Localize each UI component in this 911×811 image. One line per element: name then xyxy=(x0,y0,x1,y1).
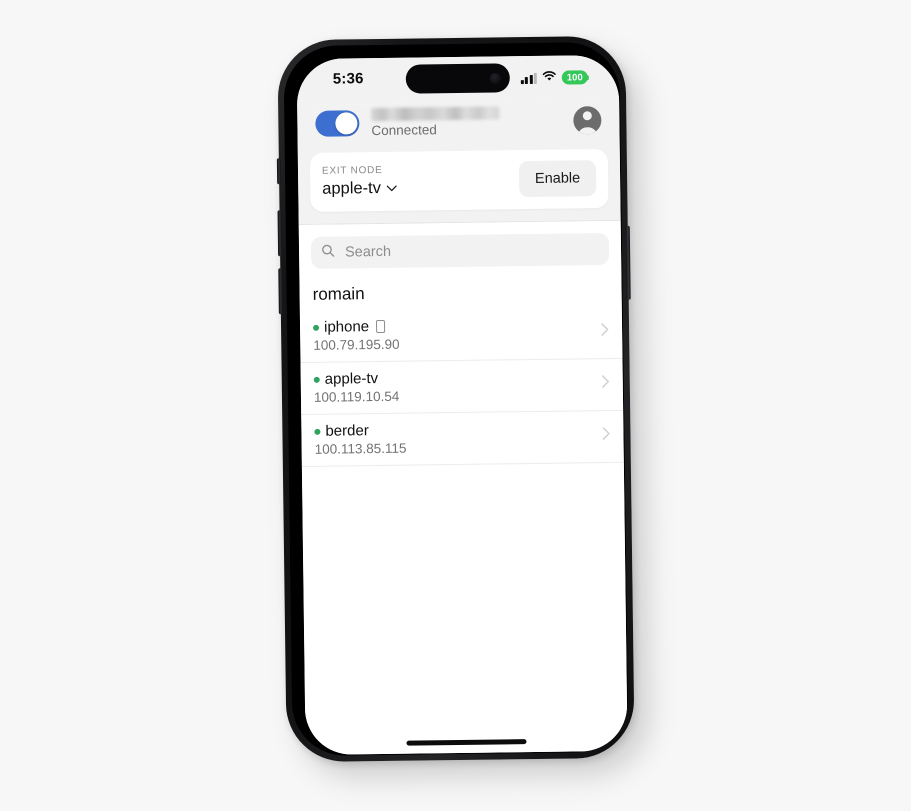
action-button[interactable] xyxy=(276,158,282,185)
cellular-signal-icon xyxy=(520,72,537,84)
exit-node-value-row[interactable]: apple-tv xyxy=(322,177,519,199)
phone-screen: 5:36 100 Connected EXIT NODE apple-tv En… xyxy=(296,54,628,755)
status-online-dot-icon xyxy=(313,376,320,383)
chevron-right-icon xyxy=(602,427,610,445)
phone-device-frame: 5:36 100 Connected EXIT NODE apple-tv En… xyxy=(276,35,635,763)
status-bar-indicators: 100 xyxy=(520,68,589,87)
table-row[interactable]: berder 100.113.85.115 xyxy=(301,410,624,468)
device-ip-address: 100.79.195.90 xyxy=(313,336,400,353)
device-ip-address: 100.113.85.115 xyxy=(314,440,407,457)
account-name-redacted xyxy=(371,106,500,122)
volume-up-button[interactable] xyxy=(277,210,283,257)
search-icon xyxy=(321,243,335,262)
exit-node-label: EXIT NODE xyxy=(321,164,383,177)
device-name: apple-tv xyxy=(324,370,379,388)
app-header: Connected xyxy=(297,100,620,154)
status-online-dot-icon xyxy=(314,428,321,435)
device-info: berder 100.113.85.115 xyxy=(314,419,602,457)
device-group-title: romain xyxy=(312,284,365,304)
toggle-knob xyxy=(335,112,358,135)
dynamic-island xyxy=(405,63,510,94)
device-name: iphone xyxy=(323,318,370,336)
search-input[interactable] xyxy=(342,240,600,262)
chevron-right-icon xyxy=(601,323,609,341)
battery-tip-icon xyxy=(586,74,589,80)
device-info: iphone 100.79.195.90 xyxy=(313,315,601,353)
wifi-icon xyxy=(542,69,557,87)
phone-bezel: 5:36 100 Connected EXIT NODE apple-tv En… xyxy=(283,41,629,757)
chevron-right-icon xyxy=(601,375,610,393)
search-section xyxy=(299,221,622,269)
table-row[interactable]: apple-tv 100.119.10.54 xyxy=(300,358,624,416)
battery-indicator: 100 xyxy=(561,70,588,85)
device-name-row: apple-tv xyxy=(313,367,602,388)
account-avatar-icon[interactable] xyxy=(573,106,602,135)
status-online-dot-icon xyxy=(313,324,320,331)
account-info: Connected xyxy=(371,105,573,138)
search-bar[interactable] xyxy=(310,232,610,269)
device-name-row: iphone xyxy=(313,315,601,336)
power-button[interactable] xyxy=(625,225,631,300)
table-row[interactable]: iphone 100.79.195.90 xyxy=(299,306,623,364)
device-info: apple-tv 100.119.10.54 xyxy=(313,367,602,405)
connection-status-text: Connected xyxy=(371,122,437,139)
mobile-phone-icon xyxy=(376,319,386,334)
exit-node-value: apple-tv xyxy=(322,178,382,198)
device-name: berder xyxy=(325,422,369,440)
chevron-down-icon xyxy=(386,184,397,191)
device-ip-address: 100.119.10.54 xyxy=(313,388,400,405)
exit-node-selector[interactable]: EXIT NODE apple-tv xyxy=(322,163,519,199)
enable-exit-node-button[interactable]: Enable xyxy=(518,160,597,198)
volume-down-button[interactable] xyxy=(278,268,283,315)
status-bar: 5:36 100 xyxy=(296,54,620,106)
phone-mockup-stage: 5:36 100 Connected EXIT NODE apple-tv En… xyxy=(0,0,911,811)
exit-node-card: EXIT NODE apple-tv Enable xyxy=(309,148,609,212)
exit-node-section: EXIT NODE apple-tv Enable xyxy=(297,148,621,225)
device-list-area: romain iphone 100.79.195.90 xyxy=(298,220,628,755)
front-camera-icon xyxy=(489,72,501,84)
vpn-connection-toggle[interactable] xyxy=(315,110,360,137)
status-bar-time: 5:36 xyxy=(332,70,364,88)
device-name-row: berder xyxy=(314,419,602,440)
